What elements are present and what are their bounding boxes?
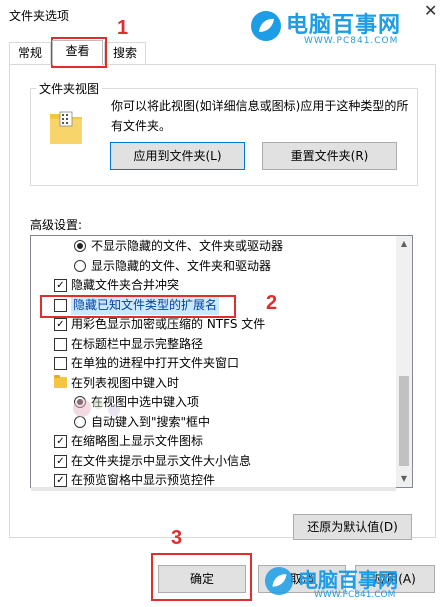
faint-flower-watermark-icon [73,399,120,417]
tab-search[interactable]: 搜索 [104,42,146,64]
folder-icon [54,374,67,388]
annotation-box-ok [151,553,252,601]
checkbox-checked-icon[interactable]: ✓ [54,318,67,331]
checkbox-checked-icon[interactable]: ✓ [54,435,67,448]
watermark-url: WWW.PC841.COM [304,36,399,46]
settings-row-label: 在标题栏中显示完整路径 [71,336,204,351]
folder-views-label: 文件夹视图 [36,80,103,97]
horizontal-scrollbar[interactable] [31,487,396,491]
scroll-down-icon[interactable]: ▼ [396,471,412,487]
advanced-settings-label: 高级设置: [30,218,83,232]
settings-row-label: 在预览窗格中显示预览控件 [71,473,216,487]
watermark-name-bottom: 电脑百事网 [298,568,398,592]
annotation-step-3: 3 [171,527,183,549]
settings-row-label: 显示隐藏的文件、文件夹和驱动器 [91,258,272,273]
advanced-settings-list[interactable]: 不显示隐藏的文件、文件夹或驱动器 显示隐藏的文件、文件夹和驱动器 ✓ 隐藏文件夹合并冲… [30,235,413,488]
scroll-up-icon[interactable]: ▲ [396,236,412,252]
annotation-box-extension [40,295,236,318]
checkbox-checked-icon[interactable]: ✓ [54,454,67,468]
watermark-leaf-icon [251,11,281,41]
scroll-thumb[interactable] [399,376,409,466]
watermark-name: 电脑百事网 [286,13,402,38]
reset-folders-button[interactable]: 重置文件夹(R) [262,142,397,170]
settings-row-label: 在单独的进程中打开文件夹窗口 [71,356,240,370]
annotation-step-2: 2 [266,292,278,314]
annotation-step-1: 1 [117,17,129,39]
folder-view-icon [50,111,82,144]
watermark-logo-bottom: 电脑百事网 WWW.PC841.COM [262,562,444,607]
restore-defaults-button[interactable]: 还原为默认值(D) [293,514,412,540]
watermark-logo: 电脑百事网 WWW.PC841.COM [246,4,436,50]
tab-general[interactable]: 常规 [9,42,51,64]
apply-to-folders-button[interactable]: 应用到文件夹(L) [110,142,245,170]
settings-row-label: 隐藏文件夹合并冲突 [71,278,180,292]
vertical-scrollbar[interactable]: ▲ ▼ [396,236,412,487]
checkbox-icon[interactable] [54,337,67,351]
watermark-leaf-icon-bottom [264,566,294,596]
tab-view[interactable]: 查看 [52,40,103,65]
checkbox-checked-icon[interactable]: ✓ [54,279,67,292]
settings-row-label: 不显示隐藏的文件、文件夹或驱动器 [91,239,284,253]
settings-row-label: 在文件夹提示中显示文件大小信息 [71,453,252,468]
settings-row-label: 在缩略图上显示文件图标 [71,434,204,448]
radio-selected-icon[interactable] [74,240,86,252]
window-title: 文件夹选项 [9,9,70,23]
folder-views-description: 你可以将此视图(如详细信息或图标)应用于这种类型的所有文件夹。 [111,99,409,133]
checkbox-checked-icon[interactable]: ✓ [54,474,67,487]
radio-icon[interactable] [74,259,86,272]
watermark-url-bottom: WWW.PC841.COM [314,590,396,600]
checkbox-icon[interactable] [54,357,67,370]
